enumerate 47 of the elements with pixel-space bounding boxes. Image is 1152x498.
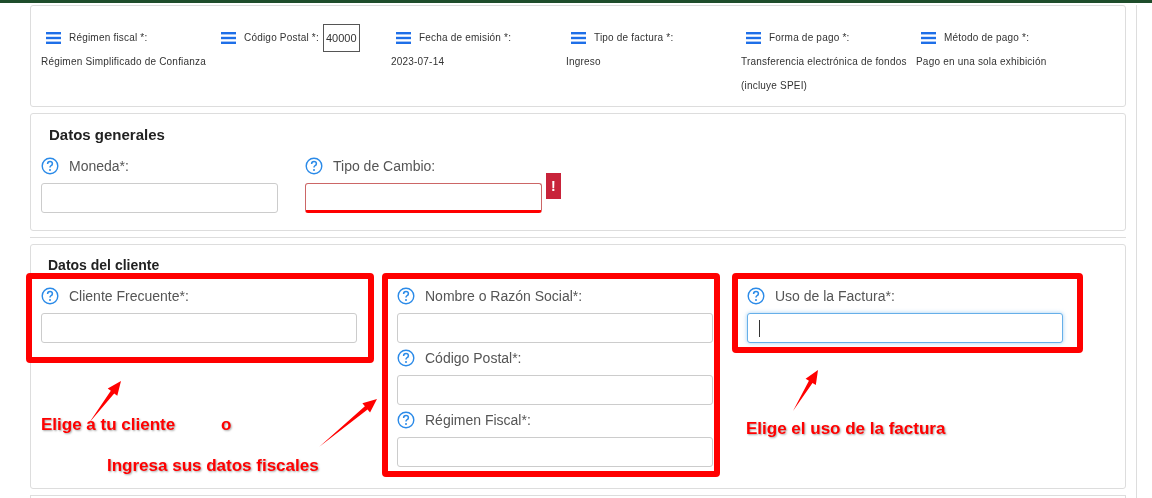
summary-label: Tipo de factura *:: [594, 31, 674, 45]
field-label: Nombre o Razón Social*:: [425, 288, 583, 304]
summary-value: Pago en una sola exhibición: [916, 55, 1047, 69]
error-badge: !: [546, 173, 561, 199]
annotation-text: Elige a tu cliente: [41, 415, 176, 435]
value-box: 40000: [322, 24, 360, 52]
summary-value: Ingreso: [566, 55, 601, 69]
help-icon[interactable]: [747, 287, 765, 305]
text-field[interactable]: [41, 313, 357, 343]
help-icon[interactable]: [41, 157, 59, 175]
field-label: Tipo de Cambio:: [333, 158, 436, 174]
summary-label: Método de pago *:: [944, 31, 1030, 45]
summary-label: Código Postal *:: [244, 31, 319, 45]
help-icon[interactable]: [305, 157, 323, 175]
summary-label: Fecha de emisión *:: [419, 31, 512, 45]
arrow: [793, 370, 818, 411]
summary-value: 2023-07-14: [391, 55, 445, 69]
text-field[interactable]: [397, 313, 713, 343]
text-field[interactable]: [397, 437, 713, 467]
field-label: Régimen Fiscal*:: [425, 412, 531, 428]
text-field[interactable]: [747, 313, 1063, 343]
summary-value: Régimen Simplificado de Confianza: [41, 55, 207, 69]
help-icon[interactable]: [397, 411, 415, 429]
menu-icon[interactable]: [921, 32, 936, 44]
annotation-text: Elige el uso de la factura: [746, 419, 946, 439]
help-icon[interactable]: [397, 349, 415, 367]
text-field[interactable]: [41, 183, 278, 213]
section-title: Datos generales: [49, 126, 166, 143]
summary-label: Régimen fiscal *:: [69, 31, 148, 45]
annotation-text: Ingresa sus datos fiscales: [107, 456, 319, 476]
annotation-text: o: [221, 415, 232, 435]
menu-icon[interactable]: [571, 32, 586, 44]
field-label: Código Postal*:: [425, 350, 522, 366]
text-field[interactable]: [305, 183, 542, 213]
help-icon[interactable]: [397, 287, 415, 305]
section-title: Datos del cliente: [48, 257, 161, 273]
help-icon[interactable]: [41, 287, 59, 305]
menu-icon[interactable]: [396, 32, 411, 44]
menu-icon[interactable]: [46, 32, 61, 44]
summary-label: Forma de pago *:: [769, 31, 850, 45]
summary-value: Transferencia electrónica de fondos (incluye SPEI): [741, 55, 908, 93]
field-label: Moneda*:: [69, 158, 129, 174]
menu-icon[interactable]: [221, 32, 236, 44]
field-label: Uso de la Factura*:: [775, 288, 895, 304]
menu-icon[interactable]: [746, 32, 761, 44]
field-label: Cliente Frecuente*:: [69, 288, 189, 304]
text-field[interactable]: [397, 375, 713, 405]
